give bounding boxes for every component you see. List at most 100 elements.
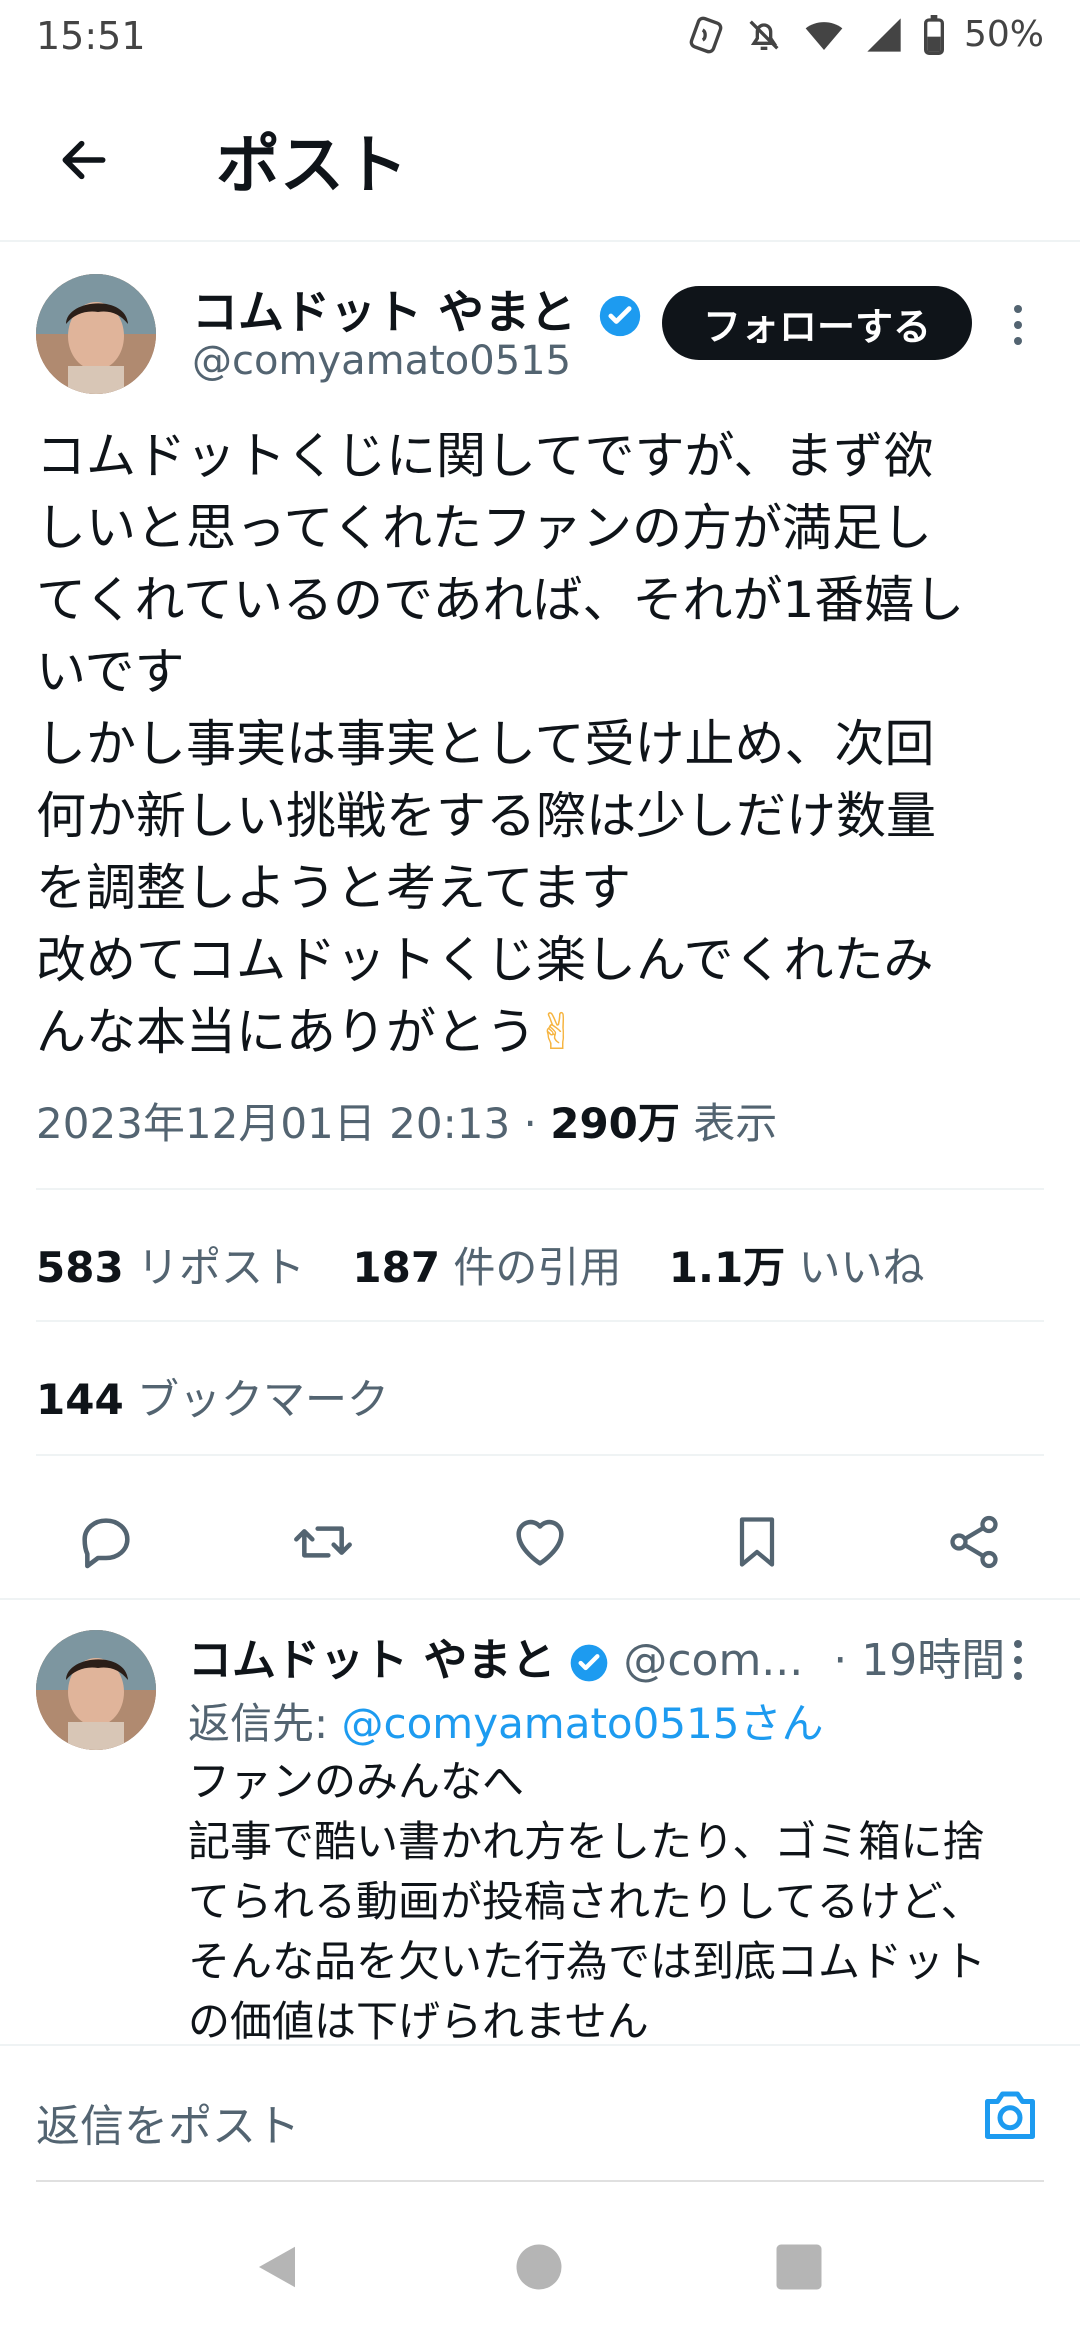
replying-to: 返信先: @comyamato0515さん [188,1690,824,1751]
post-timestamp[interactable]: 2023年12月01日 20:13 · [36,1099,550,1148]
post-actions [36,1482,1044,1602]
reply-more-button[interactable] [998,1630,1038,1690]
follow-button[interactable]: フォローする [662,286,972,360]
reply-line: ファンのみんなへ [188,1757,525,1806]
post-line: てくれているのであれば、それが1番嬉し [36,571,965,629]
post-line: コムドットくじに関してですが、まず欲 [36,427,934,485]
replying-to-label: 返信先: [188,1699,342,1748]
author-avatar[interactable] [36,274,156,394]
reply-composer[interactable]: 返信をポスト [0,2044,1080,2180]
reposts-count: 583 [36,1243,124,1292]
more-dot [1014,305,1022,313]
bookmarks-label: ブックマーク [123,1375,390,1424]
reply-line: そんな品を欠いた行為では到底コムドット [188,1937,987,1986]
reply-time[interactable]: · 19時間 [833,1635,1005,1686]
share-button[interactable] [904,1492,1044,1592]
victory-hand-emoji: ✌ [536,1003,578,1061]
top-app-bar: ポスト [0,76,1080,242]
views-label: 表示 [679,1099,778,1148]
more-dot [1014,1656,1022,1664]
system-nav-bar [0,2180,1080,2340]
reply-line: てられる動画が投稿されたりしてるけど、 [188,1877,983,1926]
avatar-photo [36,274,156,394]
likes-count: 1.1万 [668,1243,786,1292]
status-bar: 15:51 50% [0,0,1080,76]
battery-icon [923,14,944,55]
nav-divider [36,2180,1044,2182]
reply-author-name[interactable]: コムドット やまと [188,1635,555,1686]
status-time: 15:51 [36,14,146,58]
more-dot [1014,1672,1022,1680]
arrow-left-icon [62,140,106,180]
reply-text: ファンのみんなへ 記事で酷い書かれ方をしたり、ゴミ箱に捨 てられる動画が投稿され… [188,1752,986,2052]
bookmarks-stat[interactable]: 144 ブックマーク [36,1366,389,1427]
signal-icon [867,17,901,52]
engagement-stats: 583 リポスト 187 件の引用 1.1万 いいね [36,1234,925,1295]
more-dot [1014,337,1022,345]
reply-header-row: コムドット やまと @com... · 19時間 [188,1624,1005,1688]
mute-bell-icon [749,19,779,50]
more-options-button[interactable] [998,290,1038,360]
post-line: しいと思ってくれたファンの方が満足し [36,499,932,557]
quotes-stat[interactable]: 187 件の引用 [352,1243,621,1292]
reposts-label: リポスト [123,1243,306,1292]
likes-stat[interactable]: 1.1万 いいね [669,1243,925,1292]
verified-badge-icon [599,295,641,336]
camera-button[interactable] [980,2086,1040,2146]
replying-to-handle[interactable]: @comyamato0515さん [342,1699,824,1748]
views-count: 290万 [550,1099,680,1148]
avatar-photo [36,1630,156,1750]
author-name-row: コムドット やまと [192,276,642,342]
post-line: 何か新しい挑戦をする際は少しだけ数量 [36,787,936,845]
circle-home-icon [516,2244,562,2290]
more-dot [1014,1640,1022,1648]
reply-author-avatar[interactable] [36,1630,156,1750]
divider [36,1320,1044,1322]
nav-home-button[interactable] [512,2240,566,2298]
back-button[interactable] [48,124,120,196]
reply-icon [82,1518,130,1569]
repost-icon [294,1526,352,1558]
author-name[interactable]: コムドット やまと [192,285,576,339]
post-line: いです [36,643,185,701]
more-dot [1014,321,1022,329]
nav-back-button[interactable] [250,2240,304,2298]
like-button[interactable] [470,1492,610,1592]
bookmark-icon [739,1517,775,1567]
post-line: 改めてコムドットくじ楽しんでくれたみ [36,931,934,989]
divider [36,1454,1044,1456]
heart-icon [516,1519,564,1566]
wifi-icon [805,21,843,50]
likes-label: いいね [785,1243,925,1292]
reply-button[interactable] [36,1492,176,1592]
reply-line: 記事で酷い書かれ方をしたり、ゴミ箱に捨 [188,1817,985,1866]
section-divider [0,1598,1080,1600]
reply-handle[interactable]: @com... [623,1635,803,1686]
battery-percent: 50% [963,14,1044,55]
square-recents-icon [776,2244,822,2290]
camera-icon [985,2091,1035,2139]
divider [36,1188,1044,1190]
post-meta: 2023年12月01日 20:13 · 290万 表示 [36,1090,777,1151]
post-line: しかし事実は事実として受け止め、次回 [36,715,935,773]
post-last-line: んな本当にありがとう✌ [36,996,1046,1068]
post-line: んな本当にありがとう [36,1003,536,1061]
quotes-count: 187 [352,1243,441,1292]
reply-line: の価値は下げられません [188,1997,649,2046]
verified-badge-icon [570,1644,608,1682]
triangle-back-icon [259,2246,295,2288]
page-title: ポスト [216,129,408,203]
repost-button[interactable] [253,1492,393,1592]
quotes-label: 件の引用 [440,1243,622,1292]
bookmarks-count: 144 [36,1375,124,1424]
post-line: を調整しようと考えてます [36,859,631,917]
author-handle[interactable]: @comyamato0515 [192,338,571,384]
nav-recents-button[interactable] [772,2240,826,2298]
status-icons: 50% [686,14,1044,55]
bookmark-button[interactable] [687,1492,827,1592]
nfc-icon [689,16,723,53]
post-text: コムドットくじに関してですが、まず欲 しいと思ってくれたファンの方が満足し てく… [36,420,1046,1068]
reposts-stat[interactable]: 583 リポスト [36,1243,305,1292]
reply-input[interactable]: 返信をポスト [36,2090,300,2154]
share-icon [950,1515,998,1569]
